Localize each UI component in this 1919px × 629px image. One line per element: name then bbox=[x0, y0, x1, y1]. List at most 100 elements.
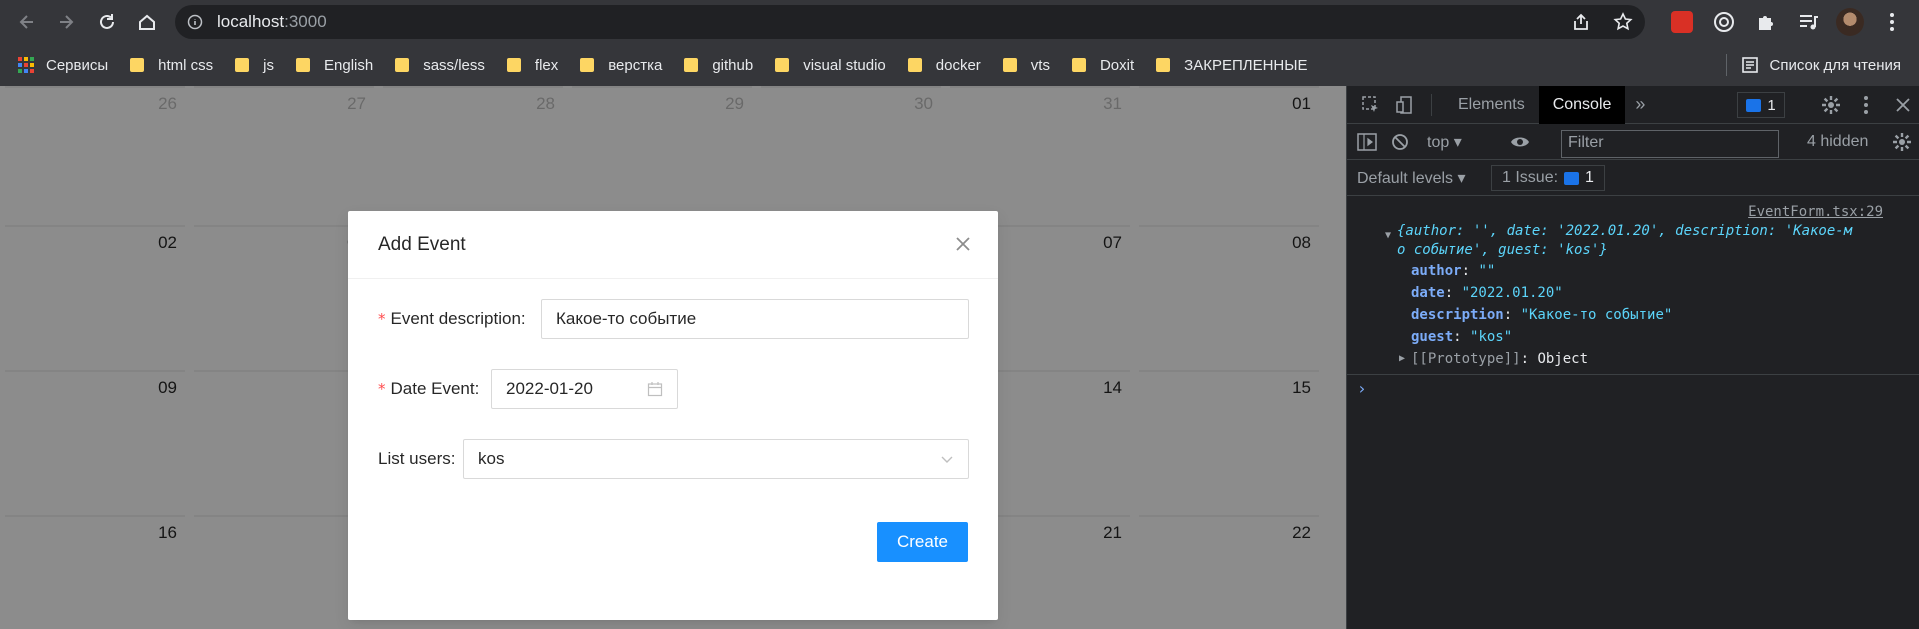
description-form-item: * Event description: bbox=[378, 299, 526, 339]
prop-description: description: "Какое-то событие" bbox=[1411, 307, 1673, 323]
log-levels-select[interactable]: Default levels ▾ bbox=[1357, 168, 1466, 188]
extension-red-icon bbox=[1671, 11, 1693, 33]
console-toolbar: top ▾ Filter 4 hidden bbox=[1347, 124, 1919, 160]
folder-icon bbox=[1002, 58, 1017, 72]
filter-input[interactable]: Filter bbox=[1561, 130, 1779, 158]
bookmark-label: vts bbox=[1030, 56, 1050, 74]
reading-list-button[interactable]: Список для чтения bbox=[1726, 54, 1901, 76]
folder-icon bbox=[130, 58, 145, 72]
arrow-right-icon bbox=[60, 15, 74, 29]
bookmark-folder[interactable]: js bbox=[235, 57, 274, 74]
avatar bbox=[1836, 8, 1864, 36]
folder-icon bbox=[907, 58, 922, 72]
prop-prototype[interactable]: [[Prototype]]: Object bbox=[1411, 351, 1588, 367]
users-select[interactable]: kos bbox=[463, 439, 969, 479]
object-summary-continued: о событие', guest: 'kos'} bbox=[1397, 242, 1608, 258]
info-icon bbox=[187, 14, 203, 30]
bookmark-label: Doxit bbox=[1099, 56, 1135, 74]
description-input[interactable]: Какое-то событие bbox=[541, 299, 969, 339]
more-tabs-icon[interactable]: » bbox=[1635, 94, 1645, 115]
bookmark-folder[interactable]: flex bbox=[506, 56, 559, 74]
date-form-item: * Date Event: bbox=[378, 369, 479, 409]
bookmark-label: English bbox=[324, 56, 374, 74]
bookmark-folder[interactable]: sass/less bbox=[395, 57, 485, 74]
bookmark-label: docker bbox=[935, 56, 981, 74]
expand-triangle-icon[interactable]: ▼ bbox=[1385, 230, 1391, 241]
extensions-menu-button[interactable] bbox=[1750, 6, 1782, 38]
context-select[interactable]: top ▾ bbox=[1427, 132, 1462, 152]
reload-icon bbox=[100, 14, 114, 29]
calendar-icon bbox=[647, 382, 663, 397]
share-icon[interactable] bbox=[1571, 12, 1591, 32]
bookmark-label: flex bbox=[534, 56, 559, 74]
folder-icon bbox=[775, 58, 790, 72]
folder-icon bbox=[296, 58, 311, 72]
address-bar[interactable]: localhost:3000 bbox=[175, 5, 1645, 39]
browser-toolbar: localhost:3000 bbox=[0, 0, 1919, 44]
folder-icon bbox=[235, 58, 250, 72]
bookmark-folder[interactable]: github bbox=[684, 57, 753, 74]
date-label: Date Event: bbox=[390, 379, 480, 398]
bookmark-apps[interactable]: Сервисы bbox=[18, 57, 108, 74]
tab-console[interactable]: Console bbox=[1538, 85, 1626, 124]
playlist-icon bbox=[1800, 15, 1818, 30]
home-icon bbox=[139, 14, 155, 30]
apps-grid-icon bbox=[18, 57, 34, 73]
star-icon[interactable] bbox=[1613, 12, 1633, 32]
description-label: Event description: bbox=[390, 309, 526, 328]
forward-button[interactable] bbox=[50, 6, 82, 38]
arrow-left-icon bbox=[19, 15, 33, 29]
device-toolbar-icon[interactable] bbox=[1395, 95, 1415, 115]
console-levels-bar: Default levels ▾ 1 Issue: 1 bbox=[1347, 160, 1919, 196]
source-link[interactable]: EventForm.tsx:29 bbox=[1748, 204, 1883, 220]
console-settings-gear-icon[interactable] bbox=[1892, 132, 1912, 152]
bookmark-folder[interactable]: English bbox=[296, 57, 373, 74]
bookmark-label: visual studio bbox=[803, 56, 886, 74]
issues-button[interactable]: 1 Issue: 1 bbox=[1491, 165, 1605, 191]
folder-icon bbox=[1156, 58, 1171, 72]
close-icon[interactable] bbox=[952, 233, 974, 255]
bookmark-folder[interactable]: vts bbox=[1002, 56, 1050, 74]
sidebar-toggle-icon[interactable] bbox=[1357, 132, 1377, 151]
required-mark: * bbox=[378, 380, 386, 398]
eye-icon[interactable] bbox=[1510, 135, 1530, 149]
prop-date: date: "2022.01.20" bbox=[1411, 285, 1563, 301]
reading-list-icon bbox=[1742, 57, 1759, 73]
extension-button[interactable] bbox=[1666, 6, 1698, 38]
clear-console-icon[interactable] bbox=[1391, 133, 1409, 151]
bookmark-folder[interactable]: верстка bbox=[580, 57, 662, 74]
media-button[interactable] bbox=[1792, 6, 1824, 38]
profile-button[interactable] bbox=[1834, 6, 1866, 38]
folder-icon bbox=[1071, 58, 1086, 72]
separator bbox=[1347, 374, 1919, 375]
back-button[interactable] bbox=[11, 6, 43, 38]
more-vertical-icon[interactable] bbox=[1863, 95, 1869, 115]
console-prompt-chevron-icon[interactable]: › bbox=[1357, 379, 1367, 398]
object-summary[interactable]: {author: '', date: '2022.01.20', descrip… bbox=[1397, 222, 1852, 241]
date-value: 2022-01-20 bbox=[506, 379, 593, 398]
create-button[interactable]: Create bbox=[877, 522, 968, 562]
url-text: localhost:3000 bbox=[217, 12, 327, 31]
expand-triangle-icon[interactable]: ▶ bbox=[1399, 353, 1405, 364]
bookmark-folder[interactable]: Doxit bbox=[1071, 56, 1135, 74]
inspect-icon[interactable] bbox=[1361, 95, 1381, 115]
bookmark-folder[interactable]: visual studio bbox=[775, 57, 886, 74]
reload-button[interactable] bbox=[91, 6, 123, 38]
more-vertical-icon bbox=[1890, 13, 1894, 31]
issues-counter[interactable]: 1 bbox=[1737, 92, 1785, 118]
tab-elements[interactable]: Elements bbox=[1444, 86, 1539, 124]
close-icon[interactable] bbox=[1895, 97, 1911, 113]
date-picker[interactable]: 2022-01-20 bbox=[491, 369, 678, 409]
bookmark-folder[interactable]: docker bbox=[907, 56, 981, 74]
browser-menu-button[interactable] bbox=[1876, 6, 1908, 38]
browser-chrome: localhost:3000 Сервисы html css js Engli… bbox=[0, 0, 1919, 86]
folder-icon bbox=[395, 58, 410, 72]
home-button[interactable] bbox=[131, 6, 163, 38]
bookmark-folder[interactable]: ЗАКРЕПЛЕННЫЕ bbox=[1156, 57, 1308, 74]
bookmarks-bar: Сервисы html css js English sass/less fl… bbox=[0, 44, 1919, 86]
extension-button[interactable] bbox=[1708, 6, 1740, 38]
folder-icon bbox=[684, 58, 699, 72]
bookmark-folder[interactable]: html css bbox=[130, 57, 213, 74]
bookmark-label: верстка bbox=[608, 56, 663, 74]
settings-gear-icon[interactable] bbox=[1821, 95, 1841, 115]
